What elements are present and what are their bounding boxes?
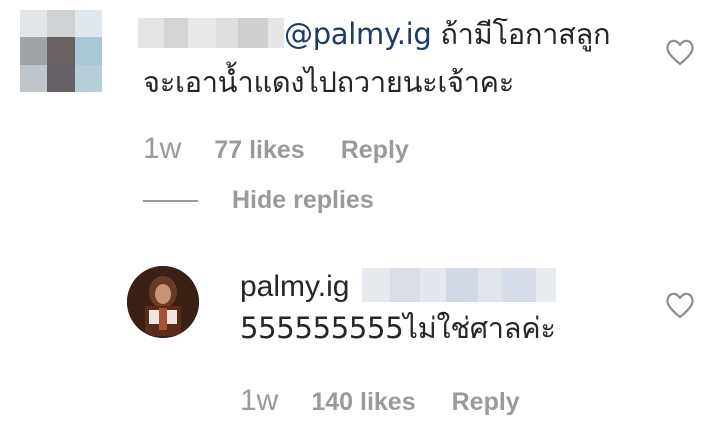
heart-icon[interactable] — [665, 38, 695, 66]
mention-link[interactable]: @palmy.ig — [284, 17, 432, 51]
comment-reply-button[interactable]: Reply — [341, 136, 409, 165]
comment-meta: 1w 77 likes Reply — [143, 132, 409, 166]
reply-meta: 1w 140 likes Reply — [240, 384, 520, 418]
hide-replies-label[interactable]: Hide replies — [232, 186, 374, 215]
commenter-username-redacted[interactable] — [138, 18, 284, 48]
hide-replies-toggle[interactable]: Hide replies — [143, 186, 374, 215]
comment-text-line-1: @palmy.ig ถ้ามีโอกาสลูก — [284, 12, 611, 56]
reply-time: 1w — [240, 384, 279, 417]
reply-likes-count[interactable]: 140 likes — [311, 388, 415, 417]
reply-reply-button[interactable]: Reply — [452, 388, 520, 417]
hide-replies-divider — [143, 199, 198, 202]
commenter-avatar-blurred[interactable] — [20, 10, 102, 92]
comment-time: 1w — [143, 132, 182, 165]
reply-username[interactable]: palmy.ig — [240, 270, 349, 304]
comment-text-line-2: จะเอาน้ำแดงไปถวายนะเจ้าคะ — [143, 65, 515, 99]
comment-text-part: ถ้ามีโอกาสลูก — [440, 17, 611, 51]
reply-text: 555555555ไม่ใช่ศาลค่ะ — [240, 311, 556, 345]
avatar-photo-icon — [127, 266, 199, 338]
reply-avatar[interactable] — [127, 266, 199, 338]
reply-mention-redacted[interactable] — [362, 268, 556, 302]
comment-likes-count[interactable]: 77 likes — [214, 136, 304, 165]
heart-icon[interactable] — [665, 291, 695, 319]
